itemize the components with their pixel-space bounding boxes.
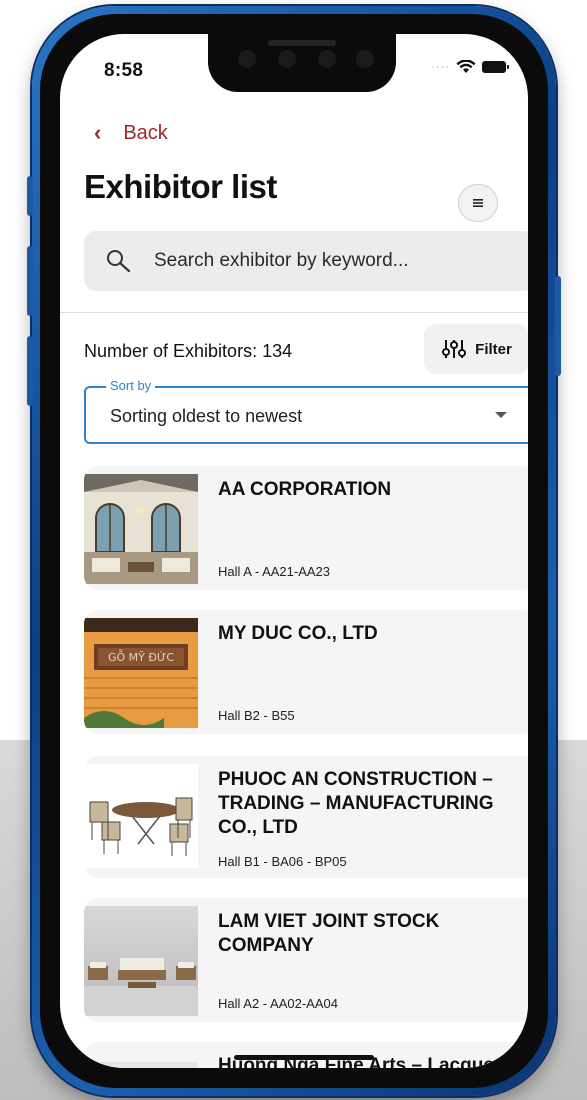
placeholder-photo: [84, 1062, 198, 1068]
sensor-dot: [278, 50, 296, 68]
wooden-sign-photo: GỖ MỸ ĐỨC: [84, 618, 198, 728]
home-indicator: [234, 1055, 374, 1060]
camera-dot: [238, 50, 256, 68]
sensor-dot: [318, 50, 336, 68]
hamburger-icon: [473, 199, 483, 207]
chevron-left-icon: ‹: [94, 120, 102, 145]
phone-frame: 8:58 ···· ‹ Back Exhibitor list Search e…: [27, 6, 561, 1096]
exhibitor-count: Number of Exhibitors: 134: [84, 341, 293, 361]
exhibitor-name: MY DUC CO., LTD: [218, 623, 378, 644]
exhibitor-hall: Hall B2 - B55: [218, 708, 295, 723]
sort-select[interactable]: Sort by Sorting oldest to newest: [84, 378, 528, 444]
sofa-set-photo: [84, 906, 198, 1016]
status-icons: ····: [431, 60, 509, 74]
search-icon: [107, 250, 131, 273]
mute-switch: [27, 176, 33, 216]
sliders-icon: [442, 340, 467, 358]
wifi-icon: [456, 60, 476, 73]
filter-label: Filter: [475, 340, 512, 358]
exhibitor-name: PHUOC AN CONSTRUCTION – TRADING – MANUFA…: [218, 769, 494, 838]
phone-bezel: 8:58 ···· ‹ Back Exhibitor list Search e…: [40, 14, 548, 1088]
back-label: Back: [123, 121, 168, 144]
dropdown-arrow-icon: [495, 412, 507, 418]
svg-text:GỖ MỸ ĐỨC: GỖ MỸ ĐỨC: [108, 649, 174, 664]
sort-legend: Sort by: [106, 378, 156, 393]
camera-dot: [356, 50, 374, 68]
search-field[interactable]: Search exhibitor by keyword...: [84, 231, 528, 291]
exhibitor-name: AA CORPORATION: [218, 479, 392, 500]
header-divider: [60, 312, 528, 313]
exhibitor-card[interactable]: LAM VIET JOINT STOCK COMPANY Hall A2 - A…: [84, 898, 528, 1022]
exhibitor-card[interactable]: PHUOC AN CONSTRUCTION – TRADING – MANUFA…: [84, 756, 528, 878]
sort-value: Sorting oldest to newest: [110, 406, 303, 426]
power-button: [555, 276, 561, 376]
speaker-grille: [268, 40, 336, 46]
signal-icon: ····: [431, 61, 450, 73]
outdoor-table-chairs-photo: [84, 764, 198, 868]
app-screen: 8:58 ···· ‹ Back Exhibitor list Search e…: [60, 34, 528, 1068]
search-placeholder: Search exhibitor by keyword...: [154, 250, 409, 271]
status-time: 8:58: [104, 60, 144, 81]
volume-down-button: [27, 336, 33, 406]
exhibitor-hall: Hall A - AA21-AA23: [218, 564, 331, 579]
menu-button[interactable]: [458, 184, 498, 222]
page-title: Exhibitor list: [84, 168, 277, 205]
exhibitor-name: LAM VIET JOINT STOCK COMPANY: [218, 911, 440, 956]
exhibitor-hall: Hall A2 - AA02-AA04: [218, 996, 338, 1011]
back-button[interactable]: ‹ Back: [94, 120, 168, 146]
notch: [208, 34, 396, 92]
exhibitor-hall: Hall B1 - BA06 - BP05: [218, 854, 347, 869]
exhibitor-card[interactable]: GỖ MỸ ĐỨC MY DUC CO., LTD Hall B2 - B55: [84, 610, 528, 734]
exhibitor-card[interactable]: AA CORPORATION Hall A - AA21-AA23: [84, 466, 528, 590]
filter-button[interactable]: Filter: [424, 324, 528, 374]
battery-icon: [482, 61, 509, 73]
volume-up-button: [27, 246, 33, 316]
interior-room-photo: [84, 474, 198, 584]
